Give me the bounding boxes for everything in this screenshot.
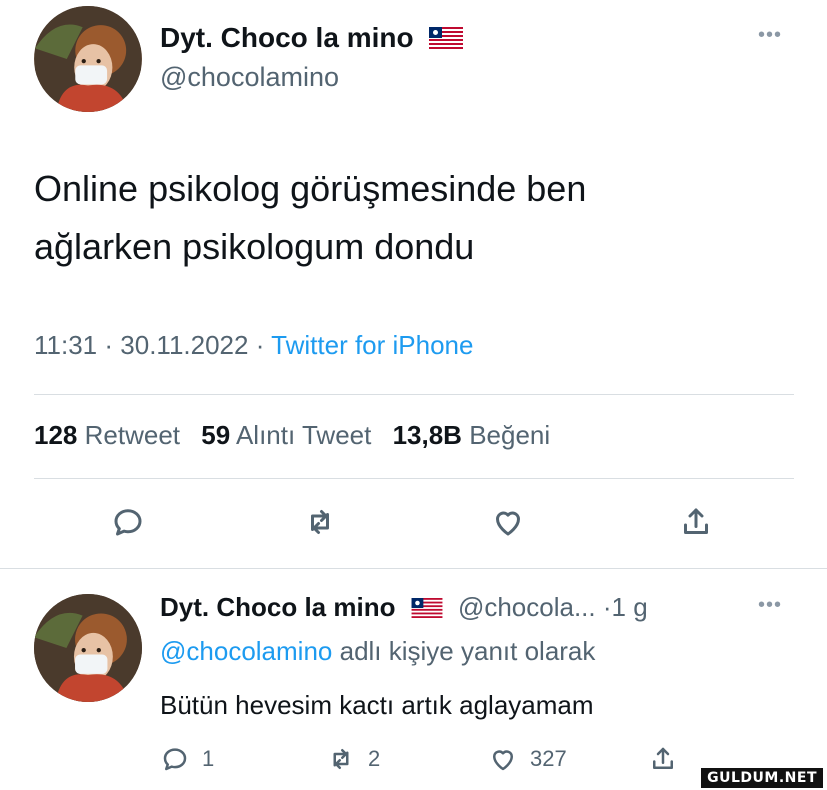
author-avatar[interactable]	[34, 6, 142, 112]
share-icon	[684, 508, 708, 534]
quote-stat[interactable]: 59 Alıntı Tweet	[201, 420, 371, 450]
reply-author-handle[interactable]: @chocola...	[458, 592, 596, 622]
retweet-icon	[311, 510, 329, 534]
like-count: 13,8B	[392, 420, 462, 450]
like-stat[interactable]: 13,8B Beğeni	[393, 420, 551, 450]
author-handle[interactable]: @chocolamino	[160, 62, 339, 93]
liberia-flag-icon	[411, 594, 443, 625]
replying-to-mention[interactable]: @chocolamino	[160, 636, 332, 666]
retweet-stat[interactable]: 128 Retweet	[34, 420, 180, 450]
reply-count: 1	[202, 746, 215, 771]
reply-author-name[interactable]: Dyt. Choco la mino	[160, 592, 395, 622]
more-horizontal-icon[interactable]: •••	[758, 594, 782, 617]
like-count: 327	[530, 746, 567, 771]
divider	[34, 394, 794, 395]
avatar-image	[35, 6, 141, 112]
reply-like-button[interactable]: 327	[488, 744, 567, 774]
divider	[0, 568, 827, 569]
more-horizontal-icon[interactable]: •••	[758, 24, 782, 47]
reply-share-button[interactable]	[648, 744, 678, 774]
avatar-image	[34, 594, 142, 702]
like-label: Beğeni	[469, 420, 551, 450]
replying-to: @chocolamino adlı kişiye yanıt olarak	[160, 636, 595, 667]
reply-text: Bütün hevesim kactı artık aglayamam	[160, 690, 594, 720]
retweet-label: Retweet	[84, 420, 181, 450]
meta-separator: ·	[255, 330, 265, 360]
author-display-name[interactable]: Dyt. Choco la mino	[160, 22, 464, 56]
share-icon	[653, 747, 673, 769]
tweet-stats: 128 Retweet 59 Alıntı Tweet 13,8B Beğeni	[34, 420, 550, 451]
tweet-source-link[interactable]: Twitter for iPhone	[271, 330, 473, 360]
reply-icon	[114, 509, 142, 536]
tweet-time[interactable]: 11:31	[34, 330, 97, 360]
quote-count: 59	[201, 420, 231, 450]
reply-icon	[163, 748, 187, 771]
author-name-text: Dyt. Choco la mino	[160, 22, 414, 53]
reply-button[interactable]	[106, 500, 150, 544]
tweet-text: Online psikolog görüşmesinde ben ağlarke…	[34, 160, 794, 276]
divider	[34, 478, 794, 479]
like-icon	[493, 750, 513, 771]
like-button[interactable]	[486, 500, 530, 544]
tweet-meta: 11:31 · 30.11.2022 · Twitter for iPhone	[34, 330, 473, 361]
replying-to-suffix: adlı kişiye yanıt olarak	[339, 636, 596, 666]
reply-author-avatar[interactable]	[34, 594, 142, 702]
tweet-text-line-1: Online psikolog görüşmesinde ben	[34, 168, 587, 209]
reply-time-ago[interactable]: 1 g	[612, 592, 648, 622]
retweet-count: 128	[34, 420, 78, 450]
tweet-date[interactable]: 30.11.2022	[120, 330, 248, 360]
meta-separator: ·	[602, 592, 612, 622]
like-icon	[496, 511, 520, 536]
liberia-flag-icon	[429, 24, 464, 56]
retweet-button[interactable]	[298, 500, 342, 544]
tweet-text-line-2: ağlarken psikologum dondu	[34, 226, 475, 267]
reply-retweet-button[interactable]: 2	[326, 744, 380, 774]
quote-label: Alıntı Tweet	[235, 420, 372, 450]
reply-reply-button[interactable]: 1	[160, 744, 214, 774]
retweet-count: 2	[368, 746, 381, 771]
reply-author-header: Dyt. Choco la mino @chocola... ·1 g	[160, 592, 648, 625]
site-watermark: GULDUM.NET	[701, 768, 823, 788]
retweet-icon	[333, 749, 349, 769]
share-button[interactable]	[674, 500, 718, 544]
meta-separator: ·	[104, 330, 114, 360]
